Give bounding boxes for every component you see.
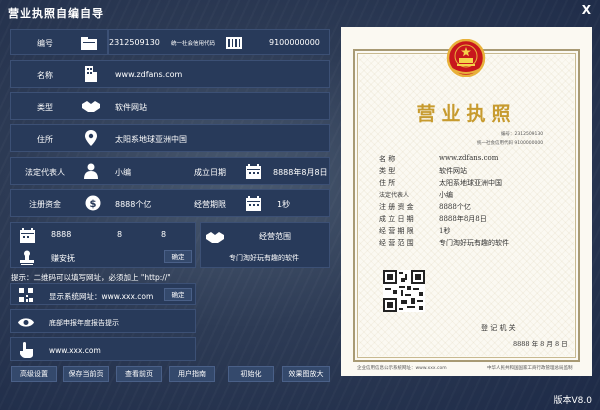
- national-emblem-icon: [446, 38, 486, 81]
- cert-key: 经 营 范 围: [379, 239, 414, 247]
- view-front-button[interactable]: 查看前页: [116, 366, 162, 382]
- calendar-icon: [243, 194, 263, 212]
- calendar-icon: [17, 226, 37, 244]
- site-panel: 显示系统网址：www.xxx.com 确定: [10, 283, 196, 305]
- folder-icon: [79, 34, 99, 52]
- code-label: 编号: [37, 39, 53, 48]
- url-panel: www.xxx.com: [10, 337, 196, 361]
- code-value[interactable]: 2312509130: [109, 38, 163, 47]
- address-label: 住所: [37, 135, 53, 144]
- url-text[interactable]: www.xxx.com: [49, 346, 101, 355]
- handshake-icon: [205, 228, 225, 246]
- hand-pointer-icon: [16, 341, 36, 359]
- certificate-title: 营业执照: [416, 103, 517, 125]
- cert-key: 成 立 日 期: [379, 215, 414, 223]
- code-panel: 2312509130 统一社会信用代码 9100000000: [81, 29, 330, 55]
- certificate-footer-left: 企业信用信息公示系统网址：www.xxx.com: [357, 366, 447, 371]
- date-day[interactable]: 8: [161, 230, 166, 239]
- eye-icon: [16, 313, 36, 331]
- date-year[interactable]: 8888: [51, 230, 71, 239]
- certificate-serial: 编号：2312509130: [501, 132, 544, 137]
- certificate-credit-line: 统一社会信用代码 9100000000: [477, 141, 544, 146]
- seal-label[interactable]: 赚安抚: [51, 253, 75, 264]
- initialize-button[interactable]: 初始化: [228, 366, 274, 382]
- cert-value: 太阳系地球亚洲中国: [439, 179, 502, 187]
- cert-value: www.zdfans.com: [439, 154, 499, 162]
- enlarge-preview-button[interactable]: 效果图放大: [282, 366, 330, 382]
- cert-key: 住 所: [379, 179, 396, 187]
- type-panel: 类型 软件网站: [10, 92, 330, 120]
- cert-key: 名 称: [379, 155, 396, 163]
- name-panel: 名称 www.zdfans.com: [10, 60, 330, 88]
- cert-key: 经 营 期 限: [379, 227, 414, 235]
- legal-label: 法定代表人: [25, 168, 65, 177]
- cert-key: 法定代表人: [379, 192, 410, 199]
- window-title: 营业执照自编自导: [8, 7, 104, 20]
- cert-key: 类 型: [379, 167, 396, 175]
- report-panel: 底部申报年度报告提示: [10, 309, 196, 333]
- type-label: 类型: [37, 103, 53, 112]
- cert-value: 8888个亿: [439, 203, 471, 211]
- capital-panel: 注册资金 $ 8888个亿 经营期限 1秒: [10, 189, 330, 217]
- name-value[interactable]: www.zdfans.com: [115, 70, 182, 79]
- credit-value[interactable]: 9100000000: [269, 38, 324, 47]
- name-label: 名称: [37, 71, 53, 80]
- advanced-settings-button[interactable]: 高级设置: [11, 366, 57, 382]
- legal-panel: 法定代表人 小编 成立日期 8888年8月8日: [10, 157, 330, 185]
- site-text[interactable]: 显示系统网址：www.xxx.com: [49, 291, 153, 302]
- save-page-button[interactable]: 保存当前页: [63, 366, 109, 382]
- founded-label: 成立日期: [194, 168, 226, 177]
- cert-value: 小编: [439, 191, 453, 199]
- building-icon: [81, 65, 101, 83]
- calendar-icon: [243, 162, 263, 180]
- svg-text:$: $: [90, 199, 97, 210]
- cert-value: 软件网站: [439, 167, 467, 175]
- credit-label: 统一社会信用代码: [171, 41, 216, 47]
- qrcode-image: [383, 270, 425, 316]
- cert-value: 8888年8月8日: [439, 215, 487, 223]
- handshake-icon: [81, 97, 101, 115]
- cert-value: 专门淘好玩有趣的软件: [439, 239, 509, 247]
- confirm-button[interactable]: 确定: [164, 250, 192, 263]
- scope-value[interactable]: 专门淘好玩有趣的软件: [229, 253, 299, 263]
- term-value[interactable]: 1秒: [277, 199, 290, 210]
- term-label: 经营期限: [194, 200, 226, 209]
- legal-value[interactable]: 小编: [115, 167, 131, 178]
- address-panel: 住所 太阳系地球亚洲中国: [10, 124, 330, 152]
- founded-value[interactable]: 8888年8月8日: [273, 167, 329, 178]
- capital-value[interactable]: 8888个亿: [115, 199, 151, 210]
- scope-panel: 经营范围 专门淘好玩有趣的软件: [200, 222, 330, 268]
- stamp-icon: [17, 248, 37, 266]
- version-label: 版本V8.0: [553, 396, 592, 406]
- location-pin-icon: [81, 129, 101, 147]
- date-seal-panel: 8888 8 8 赚安抚 确定: [10, 222, 196, 268]
- qrcode-icon: [16, 286, 36, 304]
- qr-hint: 提示：二维码可以填写网址，必须加上 "http://": [11, 273, 171, 282]
- certificate-preview[interactable]: 营业执照 编号：2312509130 统一社会信用代码 9100000000 名…: [341, 27, 592, 376]
- cert-key: 注 册 资 金: [379, 203, 414, 211]
- scope-label: 经营范围: [259, 232, 291, 241]
- money-icon: $: [83, 194, 103, 212]
- person-icon: [81, 162, 101, 180]
- certificate-footer-right: 中华人民共和国国家工商行政管理总局监制: [487, 366, 573, 371]
- certificate-date: 8888 年 8 月 8 日: [513, 340, 568, 348]
- type-value[interactable]: 软件网站: [115, 102, 147, 113]
- user-guide-button[interactable]: 用户指南: [169, 366, 215, 382]
- report-text[interactable]: 底部申报年度报告提示: [49, 318, 119, 328]
- confirm-site-button[interactable]: 确定: [164, 288, 192, 301]
- certificate-authority: 登 记 机 关: [481, 324, 516, 332]
- capital-label: 注册资金: [29, 200, 61, 209]
- date-month[interactable]: 8: [117, 230, 122, 239]
- close-button[interactable]: X: [582, 3, 591, 17]
- address-value[interactable]: 太阳系地球亚洲中国: [115, 134, 187, 145]
- barcode-icon: [224, 34, 244, 52]
- cert-value: 1秒: [439, 227, 451, 235]
